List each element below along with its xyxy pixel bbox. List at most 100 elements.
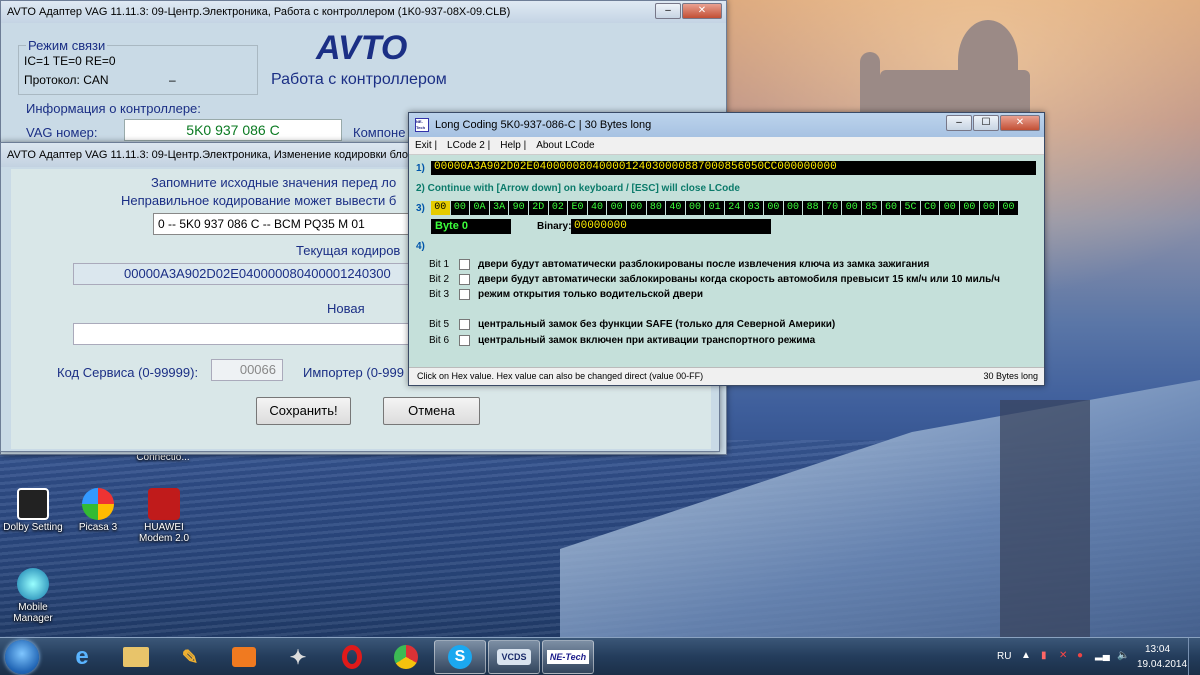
- start-button[interactable]: [5, 640, 39, 674]
- hex-byte-cell[interactable]: 3A: [489, 201, 509, 215]
- network-icon[interactable]: ▮: [1041, 650, 1047, 661]
- bit-checkbox[interactable]: [459, 319, 470, 330]
- avto-logo: AVTO: [316, 29, 408, 67]
- show-desktop-button[interactable]: [1188, 638, 1200, 675]
- bit-checkbox[interactable]: [459, 274, 470, 285]
- bit-description: режим открытия только водительской двери: [478, 289, 703, 300]
- hex-byte-cell[interactable]: 00: [783, 201, 803, 215]
- chrome-icon[interactable]: [380, 640, 432, 674]
- service-code-value: 00066: [239, 362, 276, 377]
- security-icon[interactable]: ✕: [1059, 650, 1067, 661]
- long-coding-window[interactable]: NE-Tech Long Coding 5K0-937-086-C | 30 B…: [408, 112, 1045, 386]
- tray-expand-icon[interactable]: ▲: [1021, 650, 1031, 661]
- bit-checkbox[interactable]: [459, 259, 470, 270]
- hex-byte-cell[interactable]: 2D: [528, 201, 548, 215]
- warning-line-2: Неправильное кодирование может вывести б: [121, 193, 397, 208]
- bit-description: двери будут автоматически разблокированы…: [478, 259, 930, 270]
- desktop-icon-mobile-manager[interactable]: Mobile Manager: [0, 568, 68, 624]
- clock-time[interactable]: 13:04: [1145, 644, 1170, 655]
- minimize-button[interactable]: –: [655, 3, 681, 19]
- hex-byte-cell[interactable]: 01: [705, 201, 724, 215]
- desktop-icon-dolby[interactable]: Dolby Setting: [0, 488, 68, 533]
- skype-icon[interactable]: S: [434, 640, 486, 674]
- coding-window-title: AVTO Адаптер VAG 11.11.3: 09-Центр.Элект…: [7, 149, 420, 161]
- media-player-icon[interactable]: [218, 640, 270, 674]
- bit-row: Bit 2 двери будут автоматически заблокиро…: [429, 274, 1000, 285]
- bit-row: Bit 5 центральный замок без функции SAFE …: [429, 319, 835, 330]
- main-window-titlebar[interactable]: AVTO Адаптер VAG 11.11.3: 09-Центр.Элект…: [1, 1, 726, 23]
- binary-value: 00000000: [571, 219, 771, 234]
- menu-help[interactable]: Help |: [500, 140, 526, 151]
- paint-icon[interactable]: ✦: [272, 640, 324, 674]
- hex-byte-cell[interactable]: 60: [881, 201, 901, 215]
- coding-string-field[interactable]: 00000A3A902D02E0400000804000012403000088…: [431, 161, 1036, 175]
- opera-icon[interactable]: [326, 640, 378, 674]
- step-4-label: 4): [416, 241, 425, 252]
- desktop-icon-label: Mobile Manager: [13, 602, 53, 624]
- step-2-instruction: 2) Continue with [Arrow down] on keyboar…: [416, 183, 740, 194]
- hex-byte-cell[interactable]: 00: [979, 201, 999, 215]
- bit-checkbox[interactable]: [459, 335, 470, 346]
- bit-description: центральный замок без функции SAFE (толь…: [478, 319, 836, 330]
- language-indicator[interactable]: RU: [997, 651, 1011, 662]
- close-button[interactable]: ✕: [682, 3, 722, 19]
- hex-byte-cell[interactable]: 00: [940, 201, 960, 215]
- menu-about[interactable]: About LCode: [536, 140, 594, 151]
- hex-byte-cell[interactable]: 00: [450, 201, 470, 215]
- menu-exit[interactable]: Exit |: [415, 140, 437, 151]
- system-tray: RU ▲ ▮ ✕ ● ▂▄ 🔈 13:04 19.04.2014: [985, 638, 1200, 675]
- cancel-button[interactable]: Отмена: [383, 397, 480, 425]
- maximize-button[interactable]: ☐: [973, 115, 999, 131]
- hex-byte-cell[interactable]: 00: [607, 201, 626, 215]
- hex-byte-cell[interactable]: 85: [862, 201, 881, 215]
- hex-byte-cell[interactable]: E0: [568, 201, 587, 215]
- menu-lcode2[interactable]: LCode 2 |: [447, 140, 490, 151]
- clock-date[interactable]: 19.04.2014: [1137, 659, 1187, 670]
- hex-byte-cell[interactable]: C0: [920, 201, 940, 215]
- hex-byte-cell[interactable]: 40: [666, 201, 685, 215]
- explorer-icon[interactable]: [110, 640, 162, 674]
- hex-byte-cell[interactable]: 00: [685, 201, 705, 215]
- dropdown-value: 0 -- 5K0 937 086 C -- BCM PQ35 M 01: [158, 217, 365, 231]
- hex-byte-cell[interactable]: 40: [587, 201, 607, 215]
- protocol-dash: –: [169, 73, 176, 87]
- hex-byte-cell[interactable]: 00: [431, 201, 450, 215]
- hex-byte-cell[interactable]: 00: [960, 201, 979, 215]
- dolby-icon: [17, 488, 49, 520]
- bit-checkbox[interactable]: [459, 289, 470, 300]
- vcds-icon[interactable]: VCDS: [488, 640, 540, 674]
- bit-label: Bit 1: [429, 259, 450, 270]
- save-button[interactable]: Сохранить!: [256, 397, 351, 425]
- main-window-title: AVTO Адаптер VAG 11.11.3: 09-Центр.Элект…: [7, 6, 511, 18]
- desktop-icon-label: Dolby Setting: [3, 522, 63, 533]
- hex-byte-cell[interactable]: 5C: [901, 201, 920, 215]
- current-coding-value: 00000A3A902D02E040000080400001240300: [124, 266, 391, 281]
- hex-byte-cell[interactable]: 88: [803, 201, 822, 215]
- service-code-input[interactable]: 00066: [211, 359, 283, 381]
- ie-icon[interactable]: e: [56, 640, 108, 674]
- hex-byte-cell[interactable]: 03: [744, 201, 764, 215]
- volume-icon[interactable]: 🔈: [1117, 650, 1129, 661]
- close-button[interactable]: ✕: [1000, 115, 1040, 131]
- hex-byte-cell[interactable]: 02: [548, 201, 568, 215]
- hex-byte-cell[interactable]: 00: [842, 201, 862, 215]
- hex-byte-cell[interactable]: 24: [724, 201, 744, 215]
- hex-byte-cell[interactable]: 00: [764, 201, 783, 215]
- new-coding-input[interactable]: [73, 323, 413, 345]
- bit-description: двери будут автоматически заблокированы …: [478, 274, 1000, 285]
- desktop-icon-huawei[interactable]: HUAWEI Modem 2.0: [129, 488, 199, 544]
- minimize-button[interactable]: –: [946, 115, 972, 131]
- hex-byte-cell[interactable]: 00: [626, 201, 646, 215]
- hex-byte-cell[interactable]: 80: [646, 201, 666, 215]
- bit-row: Bit 6 центральный замок включен при актив…: [429, 335, 815, 346]
- hex-byte-cell[interactable]: 00: [999, 201, 1018, 215]
- hex-byte-cell[interactable]: 70: [822, 201, 842, 215]
- netech-icon[interactable]: NE-Tech: [542, 640, 594, 674]
- tools-icon[interactable]: ✎: [164, 640, 216, 674]
- control-unit-dropdown[interactable]: 0 -- 5K0 937 086 C -- BCM PQ35 M 01: [153, 213, 413, 235]
- antivirus-icon[interactable]: ●: [1077, 650, 1083, 661]
- signal-icon[interactable]: ▂▄: [1095, 650, 1110, 661]
- hex-byte-cell[interactable]: 90: [509, 201, 528, 215]
- hex-byte-cell[interactable]: 0A: [470, 201, 489, 215]
- desktop-icon-picasa[interactable]: Picasa 3: [63, 488, 133, 533]
